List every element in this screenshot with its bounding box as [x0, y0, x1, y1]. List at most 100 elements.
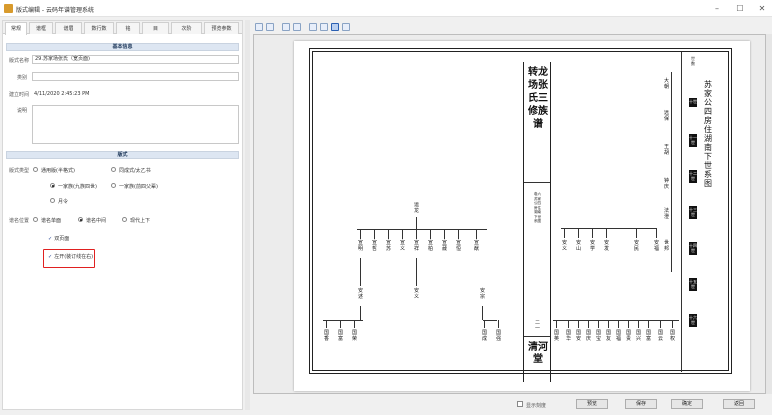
- show-ruler-label: 显示刻度: [526, 403, 547, 409]
- layout-type-label: 版式类型: [9, 168, 30, 174]
- tree-node: 国 富: [645, 330, 651, 342]
- pos-option-middle: 谱名中间: [86, 218, 107, 224]
- category-field[interactable]: [32, 72, 239, 81]
- tree-node: 国 荣: [351, 330, 357, 342]
- right-column-rule: [681, 52, 682, 372]
- confirm-button[interactable]: 确定: [671, 399, 703, 409]
- tree-node: 大 朝: [663, 78, 669, 90]
- zoom-in-icon[interactable]: [282, 23, 290, 31]
- tree-line: [360, 229, 361, 239]
- tab-rows[interactable]: 数行数: [84, 22, 114, 34]
- single-page-icon[interactable]: [309, 23, 317, 31]
- tab-level[interactable]: 次阶: [171, 22, 202, 34]
- left-open-checkbox[interactable]: ✓ 左开(装订线在右): [48, 253, 93, 260]
- tree-line: [598, 320, 599, 328]
- tree-line: [326, 320, 327, 328]
- tree-node: 钟 庆: [663, 178, 669, 190]
- minimize-button[interactable]: –: [710, 3, 724, 14]
- tree-node: 远 保: [663, 110, 669, 122]
- radio-type-general[interactable]: [33, 167, 38, 172]
- radio-pos-single[interactable]: [33, 217, 38, 222]
- tab-inscription[interactable]: 铭: [116, 22, 140, 34]
- name-label: 版式名称: [9, 58, 30, 64]
- spine-hall-name: 清河堂: [528, 342, 548, 365]
- spine-title: 转龙场张氏三修族谱: [528, 67, 548, 130]
- grid-icon[interactable]: [342, 23, 350, 31]
- tree-node: 法 澄: [663, 208, 669, 220]
- panel-splitter[interactable]: [245, 20, 250, 410]
- save-button[interactable]: 保存: [625, 399, 657, 409]
- tree-node: 安 福: [653, 240, 659, 252]
- tree-node: 国 兴: [635, 330, 641, 342]
- tree-line: [618, 320, 619, 328]
- tree-line: [672, 320, 673, 328]
- tree-node: 安 宗: [479, 288, 485, 300]
- page-icon[interactable]: [266, 23, 274, 31]
- tree-line: [402, 229, 403, 239]
- tree-line: [416, 217, 417, 229]
- radio-type-family-four[interactable]: [111, 183, 116, 188]
- title-bar: 版式编辑 - 云码年谱管理系统 – ☐ ✕: [0, 0, 772, 17]
- tree-node: 宣 柏: [427, 240, 433, 252]
- tree-line: [556, 320, 557, 328]
- tree-line: [671, 72, 672, 272]
- tab-preview-params[interactable]: 预览参数: [204, 22, 239, 34]
- maximize-button[interactable]: ☐: [733, 3, 747, 14]
- radio-pos-middle[interactable]: [78, 217, 83, 222]
- spine-divider-bottom: [524, 336, 550, 337]
- tab-frame[interactable]: 谱框: [29, 22, 53, 34]
- tree-node: 宣 哲: [371, 240, 377, 252]
- tree-node: 安 发: [603, 240, 609, 252]
- tree-line: [638, 320, 639, 328]
- tree-line: [482, 306, 483, 320]
- preview-toolbar: [253, 20, 772, 33]
- name-field[interactable]: 29.苏家场张氏（宽页面): [32, 55, 239, 64]
- tree-line: [357, 229, 487, 230]
- window-title: 版式编辑 - 云码年谱管理系统: [16, 7, 94, 14]
- tree-node: 世 邦: [663, 240, 669, 252]
- tab-header[interactable]: 谱眉: [55, 22, 82, 34]
- fit-page-icon[interactable]: [331, 23, 339, 31]
- generation-tag: 十二世: [689, 170, 697, 183]
- tab-general[interactable]: 常规: [5, 22, 27, 35]
- double-page-checkbox[interactable]: ✓ 双页面: [48, 235, 69, 242]
- tree-line: [360, 258, 361, 286]
- description-field[interactable]: [32, 105, 239, 144]
- tree-node: 安 义: [561, 240, 567, 252]
- category-label: 类别: [17, 75, 28, 81]
- tree-line: [374, 229, 375, 239]
- tree-node: 安 述: [357, 288, 363, 300]
- radio-type-monthly[interactable]: [50, 198, 55, 203]
- show-ruler-checkbox[interactable]: [517, 401, 523, 407]
- tree-line: [388, 229, 389, 239]
- tree-line: [648, 320, 649, 328]
- preview-button[interactable]: 预览: [576, 399, 608, 409]
- tab-bar: 常规 谱框 谱眉 数行数 铭 目 次阶 预览参数: [3, 21, 242, 35]
- type-option-general: 通用版(半格式): [41, 168, 75, 174]
- radio-type-tongcheng[interactable]: [111, 167, 116, 172]
- tree-line: [656, 228, 657, 238]
- close-button[interactable]: ✕: [755, 3, 769, 14]
- zoom-out-icon[interactable]: [293, 23, 301, 31]
- back-button[interactable]: 返回: [723, 399, 755, 409]
- radio-type-family-nine[interactable]: [50, 183, 55, 188]
- print-icon[interactable]: [255, 23, 263, 31]
- tree-node: 国 权: [669, 330, 675, 342]
- tree-line: [476, 229, 477, 239]
- tree-line: [416, 229, 417, 239]
- generation-tag: 十一世: [689, 134, 697, 147]
- preview-area: 转龙场张氏三修族谱 卷六 苏家公四房住湖南下世系图 二一 清河堂 苏家公四房住湖…: [253, 34, 766, 394]
- page-inner-frame: 转龙场张氏三修族谱 卷六 苏家公四房住湖南下世系图 二一 清河堂 苏家公四房住湖…: [312, 51, 729, 382]
- tab-index[interactable]: 目: [142, 22, 169, 34]
- tree-line: [588, 320, 589, 328]
- tree-node: 宣 明: [357, 240, 363, 252]
- tree-node: 安 民: [633, 240, 639, 252]
- tree-node: 国 友: [605, 330, 611, 342]
- tree-node: 安 学: [589, 240, 595, 252]
- radio-pos-modern[interactable]: [122, 217, 127, 222]
- type-option-monthly: 月令: [58, 199, 69, 205]
- generation-tag: 十四世: [689, 242, 697, 255]
- tree-line: [568, 320, 569, 328]
- preview-scrollbar[interactable]: [766, 34, 772, 394]
- two-page-icon[interactable]: [320, 23, 328, 31]
